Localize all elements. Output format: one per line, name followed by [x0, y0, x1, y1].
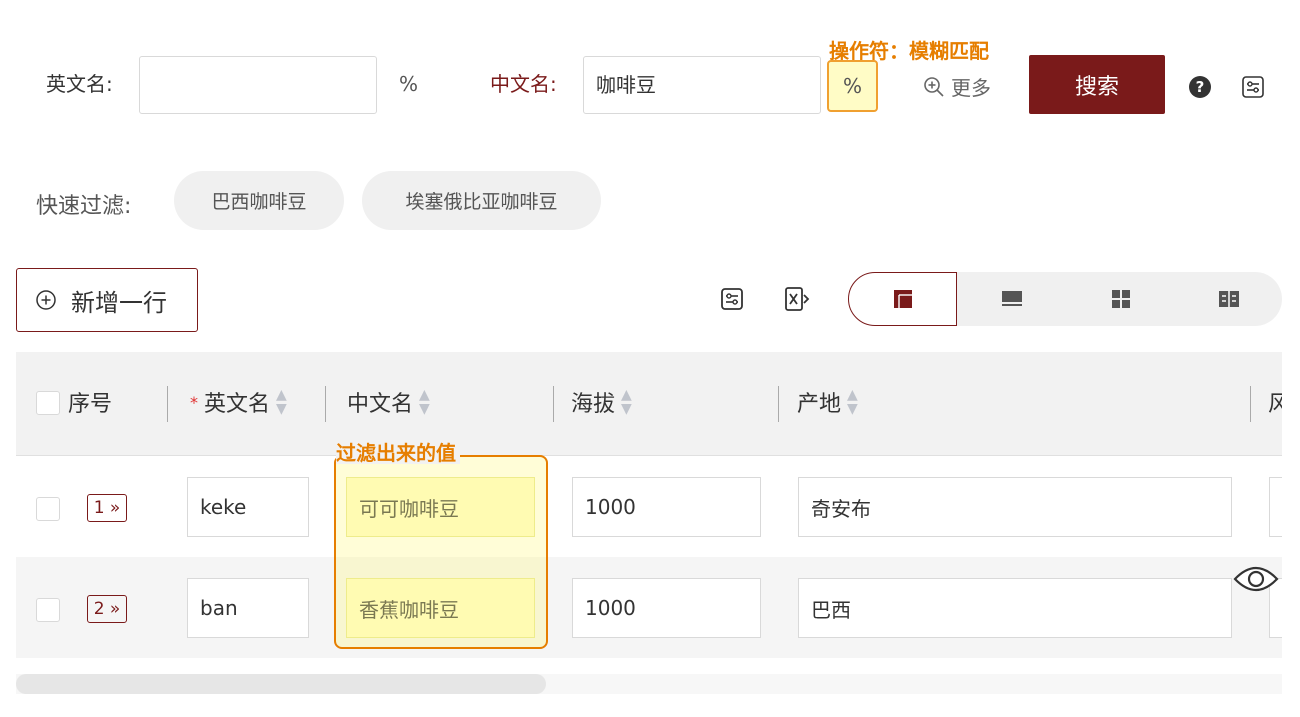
view-mode-detail[interactable] — [1175, 272, 1282, 326]
help-icon[interactable]: ? — [1189, 76, 1211, 98]
grid-view-icon — [1111, 290, 1130, 308]
sort-icon[interactable]: ▲ ▼ — [621, 388, 632, 416]
horizontal-scrollbar-thumb[interactable] — [16, 674, 546, 694]
flavor-cell[interactable] — [1269, 477, 1282, 537]
column-separator[interactable] — [553, 386, 554, 422]
chinese-name-label: 中文名: — [490, 72, 557, 96]
column-separator[interactable] — [167, 386, 168, 422]
altitude-cell[interactable]: 1000 — [572, 477, 761, 537]
sort-icon[interactable]: ▲ ▼ — [276, 388, 287, 416]
eye-icon[interactable] — [1232, 563, 1280, 595]
column-header-index: 序号 — [68, 386, 112, 418]
column-header-index-label: 序号 — [68, 392, 113, 417]
card-view-icon — [1001, 291, 1022, 306]
chinese-operator-text: % — [842, 74, 862, 98]
column-header-chinese[interactable]: 中文名 ▲ ▼ — [347, 386, 430, 418]
column-header-chinese-label: 中文名 — [347, 392, 414, 417]
more-label: 更多 — [951, 76, 991, 100]
column-header-english[interactable]: * 英文名 ▲ ▼ — [190, 386, 287, 418]
row-expand-button[interactable]: 1 » — [87, 494, 127, 522]
table-view-icon — [893, 290, 912, 308]
search-button[interactable]: 搜索 — [1029, 55, 1165, 114]
english-name-cell[interactable]: ban — [187, 578, 309, 638]
detail-view-icon — [1218, 291, 1239, 307]
origin-cell[interactable]: 巴西 — [798, 578, 1232, 638]
row-checkbox[interactable] — [36, 598, 60, 622]
add-row-button[interactable]: 新增一行 — [16, 268, 198, 332]
view-mode-grid[interactable] — [1066, 272, 1175, 326]
altitude-cell[interactable]: 1000 — [572, 578, 761, 638]
english-name-input[interactable] — [139, 56, 377, 114]
column-separator[interactable] — [1250, 386, 1251, 422]
view-mode-card[interactable] — [957, 272, 1066, 326]
column-header-altitude-label: 海拔 — [571, 392, 616, 417]
column-header-flavor-clip: 风 — [1268, 386, 1282, 426]
column-header-english-label: 英文名 — [204, 392, 271, 417]
sort-icon[interactable]: ▲ ▼ — [847, 388, 858, 416]
excel-export-icon[interactable] — [784, 286, 812, 312]
operator-annotation: 操作符：模糊匹配 — [829, 39, 989, 63]
view-mode-table[interactable] — [848, 272, 957, 326]
english-name-label: 英文名: — [46, 72, 113, 96]
chinese-name-input[interactable]: 咖啡豆 — [583, 56, 821, 114]
origin-cell[interactable]: 奇安布 — [798, 477, 1232, 537]
english-name-cell[interactable]: keke — [187, 477, 309, 537]
column-header-flavor: 风 — [1268, 392, 1282, 417]
column-header-origin-label: 产地 — [797, 392, 842, 417]
filter-settings-icon[interactable] — [1241, 75, 1265, 99]
quick-filter-chip-brazil[interactable]: 巴西咖啡豆 — [174, 171, 344, 230]
column-separator[interactable] — [778, 386, 779, 422]
add-row-label: 新增一行 — [71, 288, 167, 317]
english-operator[interactable]: % — [399, 72, 418, 96]
plus-circle-icon — [36, 290, 56, 310]
filtered-values-annotation: 过滤出来的值 — [336, 442, 460, 464]
column-settings-icon[interactable] — [720, 287, 744, 311]
required-mark: * — [190, 392, 198, 412]
quick-filter-chip-ethiopia[interactable]: 埃塞俄比亚咖啡豆 — [362, 171, 601, 230]
row-checkbox[interactable] — [36, 497, 60, 521]
filtered-values-highlight — [334, 455, 548, 649]
column-header-altitude[interactable]: 海拔 ▲ ▼ — [571, 386, 632, 418]
zoom-in-icon — [924, 76, 944, 97]
sort-icon[interactable]: ▲ ▼ — [419, 388, 430, 416]
row-expand-button[interactable]: 2 » — [87, 595, 127, 623]
column-separator[interactable] — [325, 386, 326, 422]
chinese-operator[interactable]: % — [827, 60, 878, 112]
more-toggle[interactable]: 更多 — [923, 72, 991, 101]
quick-filter-label: 快速过滤: — [36, 194, 132, 219]
select-all-checkbox[interactable] — [36, 391, 60, 415]
column-header-origin[interactable]: 产地 ▲ ▼ — [797, 386, 858, 418]
